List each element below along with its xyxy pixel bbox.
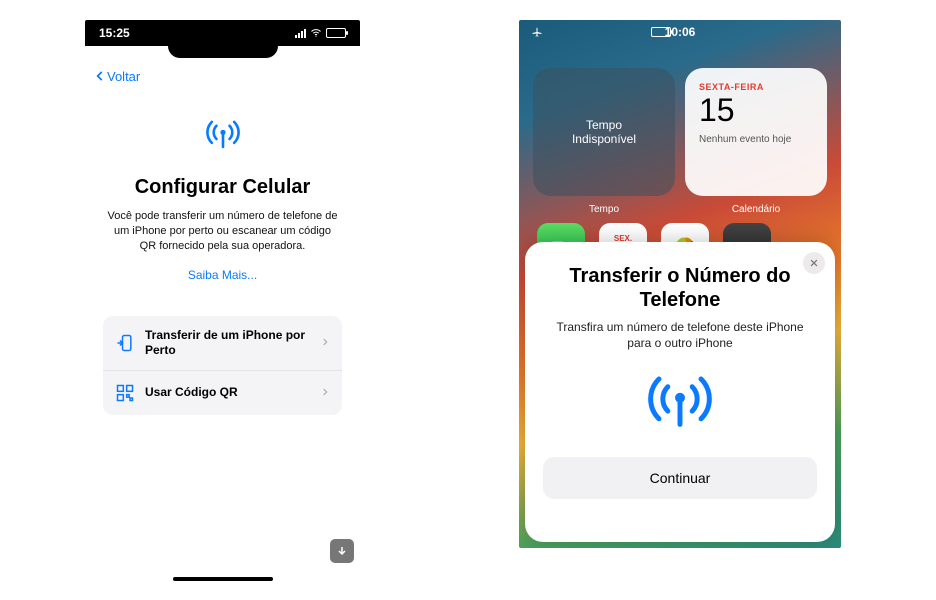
calendar-dow: SEXTA-FEIRA bbox=[699, 82, 764, 92]
sheet-title: Transferir o Número do Telefone bbox=[543, 264, 817, 312]
wifi-icon bbox=[310, 27, 322, 39]
cellular-antenna-icon bbox=[103, 114, 342, 156]
transfer-phone-icon bbox=[115, 333, 135, 353]
weather-widget[interactable]: Tempo Indisponível bbox=[533, 68, 675, 196]
download-indicator[interactable] bbox=[330, 539, 354, 563]
back-label: Voltar bbox=[107, 69, 140, 84]
calendar-widget-label: Calendário bbox=[685, 204, 827, 215]
back-button[interactable]: Voltar bbox=[93, 69, 140, 84]
status-bar: 10:06 bbox=[519, 20, 841, 44]
status-time: 15:25 bbox=[99, 26, 130, 40]
options-list: Transferir de um iPhone por Perto Usar C… bbox=[103, 316, 342, 415]
phone-right: 10:06 Tempo Indisponível SEXTA-FEIRA 15 … bbox=[519, 20, 841, 548]
learn-more-link[interactable]: Saiba Mais... bbox=[103, 268, 342, 282]
weather-line2: Indisponível bbox=[572, 132, 636, 146]
cellular-signal-icon bbox=[295, 29, 306, 38]
page-title: Configurar Celular bbox=[103, 176, 342, 199]
continue-button[interactable]: Continuar bbox=[543, 457, 817, 499]
option-label: Transferir de um iPhone por Perto bbox=[145, 328, 310, 358]
weather-line1: Tempo bbox=[586, 118, 622, 132]
calendar-widget[interactable]: SEXTA-FEIRA 15 Nenhum evento hoje bbox=[685, 68, 827, 196]
option-use-qr[interactable]: Usar Código QR bbox=[103, 370, 342, 415]
chevron-left-icon bbox=[93, 69, 107, 83]
phone-left: 15:25 Voltar bbox=[85, 20, 360, 585]
notch bbox=[85, 46, 360, 60]
close-icon bbox=[809, 258, 819, 268]
battery-icon bbox=[651, 27, 671, 37]
page-description: Você pode transferir um número de telefo… bbox=[103, 209, 342, 254]
nav-bar: Voltar bbox=[85, 60, 360, 92]
cellular-antenna-icon bbox=[543, 369, 817, 431]
arrow-down-icon bbox=[336, 545, 348, 557]
option-transfer-nearby[interactable]: Transferir de um iPhone por Perto bbox=[103, 316, 342, 370]
battery-icon bbox=[326, 28, 346, 38]
continue-label: Continuar bbox=[650, 470, 711, 486]
qr-code-icon bbox=[115, 383, 135, 403]
chevron-right-icon bbox=[320, 334, 330, 352]
airplane-mode-icon bbox=[531, 26, 543, 38]
calendar-day: 15 bbox=[699, 94, 735, 126]
option-label: Usar Código QR bbox=[145, 385, 310, 400]
status-bar: 15:25 bbox=[85, 20, 360, 46]
weather-widget-label: Tempo bbox=[533, 204, 675, 215]
chevron-right-icon bbox=[320, 384, 330, 402]
home-indicator[interactable] bbox=[173, 577, 273, 581]
transfer-sheet: Transferir o Número do Telefone Transfir… bbox=[525, 242, 835, 542]
calendar-event: Nenhum evento hoje bbox=[699, 134, 791, 145]
close-button[interactable] bbox=[803, 252, 825, 274]
sheet-description: Transfira um número de telefone deste iP… bbox=[543, 320, 817, 351]
